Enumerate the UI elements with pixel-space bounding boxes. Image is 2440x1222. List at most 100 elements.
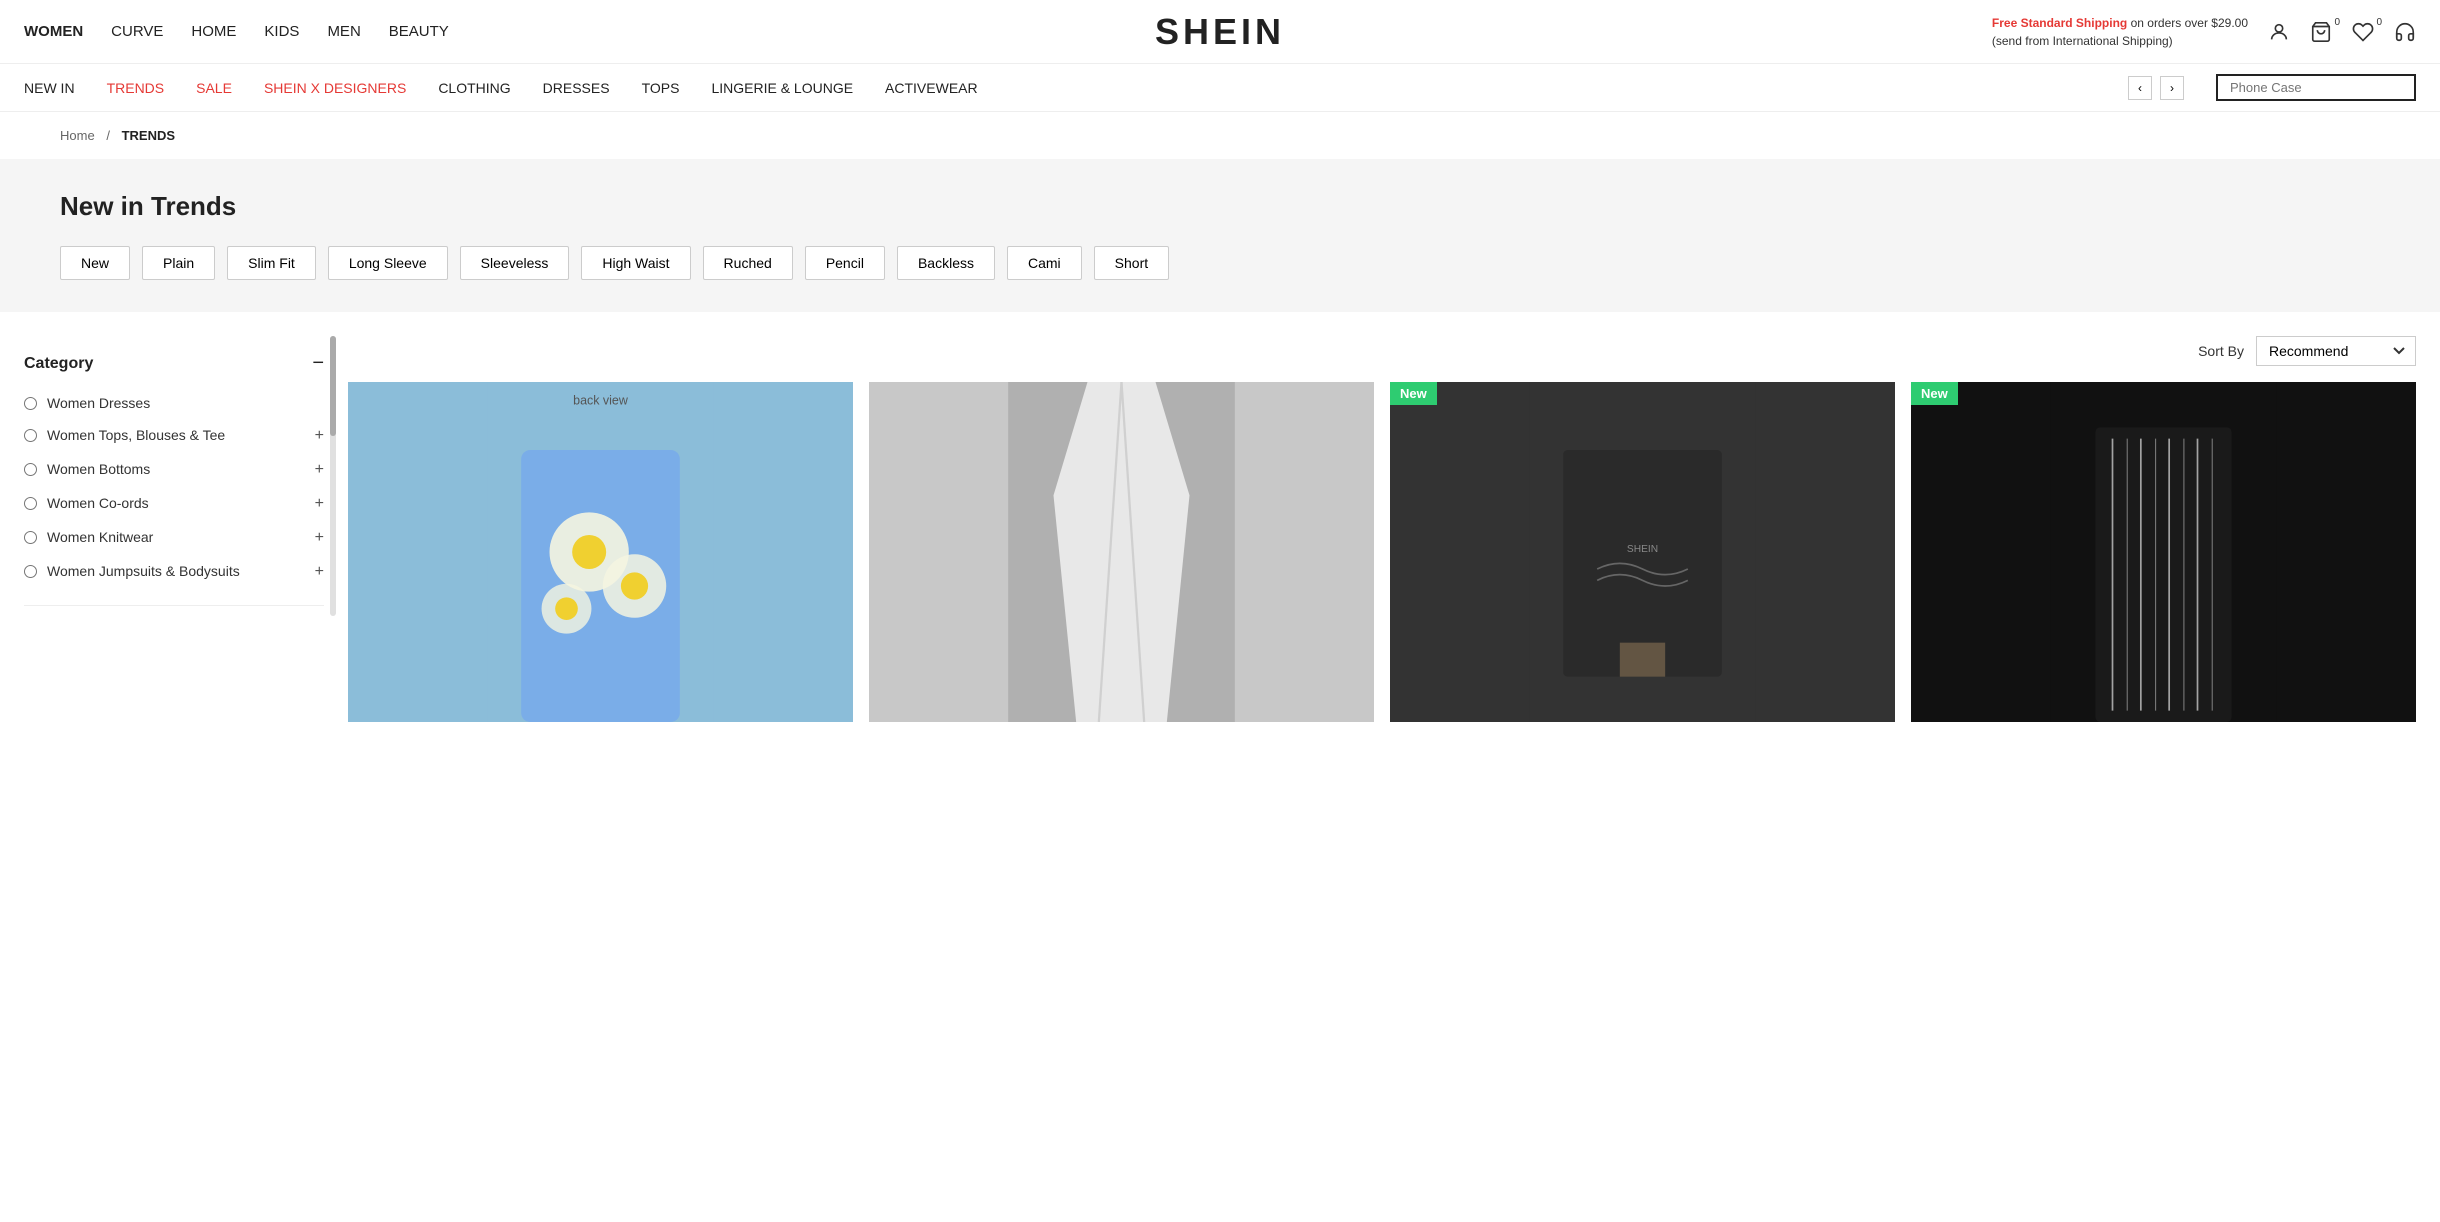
category-item-women-bottoms[interactable]: Women Bottoms +: [24, 453, 324, 487]
sort-bar: Sort By RecommendNew ArrivalsPrice: Low …: [348, 336, 2416, 366]
main-content: Category − Women Dresses Women Tops, Blou…: [0, 336, 2440, 722]
nav-kids[interactable]: KIDS: [264, 23, 299, 40]
category-label-women-coords: Women Co-ords: [47, 495, 305, 511]
product-image-2: [869, 382, 1374, 722]
category-expand-women-coords[interactable]: +: [315, 495, 324, 513]
logo-area: SHEIN: [1155, 11, 1285, 53]
filter-tag-plain[interactable]: Plain: [142, 246, 215, 280]
subnav-dresses[interactable]: DRESSES: [543, 80, 610, 96]
category-expand-women-jumpsuits[interactable]: +: [315, 563, 324, 581]
category-item-women-jumpsuits[interactable]: Women Jumpsuits & Bodysuits +: [24, 555, 324, 589]
product-image-1: back view: [348, 382, 853, 722]
category-list: Women DressesWomen Tops, Blouses & Tee+W…: [24, 387, 324, 589]
top-nav-links: WOMEN CURVE HOME KIDS MEN BEAUTY: [24, 23, 449, 40]
product-card-3[interactable]: SHEIN New: [1390, 382, 1895, 722]
subnav-shein-x-designers[interactable]: SHEIN X DESIGNERS: [264, 80, 406, 96]
category-label-women-bottoms: Women Bottoms: [47, 461, 305, 477]
filter-tag-pencil[interactable]: Pencil: [805, 246, 885, 280]
product-image-4: New: [1911, 382, 2416, 722]
filter-tag-high-waist[interactable]: High Waist: [581, 246, 690, 280]
nav-women[interactable]: WOMEN: [24, 23, 83, 40]
filter-tag-backless[interactable]: Backless: [897, 246, 995, 280]
breadcrumb-home[interactable]: Home: [60, 128, 95, 143]
top-navigation: WOMEN CURVE HOME KIDS MEN BEAUTY SHEIN F…: [0, 0, 2440, 64]
category-expand-women-tops[interactable]: +: [315, 427, 324, 445]
category-item-women-knitwear[interactable]: Women Knitwear +: [24, 521, 324, 555]
category-radio-women-coords[interactable]: [24, 497, 37, 510]
second-navigation: NEW IN TRENDS SALE SHEIN X DESIGNERS CLO…: [0, 64, 2440, 112]
category-item-women-dresses[interactable]: Women Dresses: [24, 387, 324, 419]
breadcrumb: Home / TRENDS: [0, 112, 2440, 159]
product-card-4[interactable]: New: [1911, 382, 2416, 722]
category-label-women-dresses: Women Dresses: [47, 395, 324, 411]
filter-tag-cami[interactable]: Cami: [1007, 246, 1082, 280]
category-radio-women-tops[interactable]: [24, 429, 37, 442]
nav-beauty[interactable]: BEAUTY: [389, 23, 449, 40]
category-section: Category − Women Dresses Women Tops, Blou…: [24, 336, 324, 606]
hero-title: New in Trends: [60, 191, 2380, 222]
category-item-women-coords[interactable]: Women Co-ords +: [24, 487, 324, 521]
account-button[interactable]: [2268, 21, 2290, 43]
category-expand-women-bottoms[interactable]: +: [315, 461, 324, 479]
wishlist-count: 0: [2376, 17, 2382, 28]
nav-curve[interactable]: CURVE: [111, 23, 163, 40]
filter-tag-new[interactable]: New: [60, 246, 130, 280]
nav-scroll-right[interactable]: ›: [2160, 76, 2184, 100]
category-radio-women-bottoms[interactable]: [24, 463, 37, 476]
top-nav-right: Free Standard Shipping on orders over $2…: [1992, 14, 2416, 50]
category-collapse-button[interactable]: −: [312, 352, 324, 375]
category-label-women-tops: Women Tops, Blouses & Tee: [47, 427, 305, 443]
category-expand-women-knitwear[interactable]: +: [315, 529, 324, 547]
breadcrumb-separator: /: [106, 128, 110, 143]
cart-count: 0: [2334, 17, 2340, 28]
sidebar-scrollbar-thumb: [330, 336, 336, 436]
sort-select[interactable]: RecommendNew ArrivalsPrice: Low to HighP…: [2256, 336, 2416, 366]
site-logo[interactable]: SHEIN: [1155, 11, 1285, 52]
breadcrumb-current: TRENDS: [122, 128, 175, 143]
nav-scroll-left[interactable]: ‹: [2128, 76, 2152, 100]
hero-section: New in Trends New Plain Slim Fit Long Sleev…: [0, 159, 2440, 312]
category-label-women-jumpsuits: Women Jumpsuits & Bodysuits: [47, 563, 305, 579]
subnav-sale[interactable]: SALE: [196, 80, 232, 96]
product-badge-3: New: [1390, 382, 1437, 405]
svg-text:back view: back view: [573, 394, 629, 408]
headphones-button[interactable]: [2394, 21, 2416, 43]
product-image-3: SHEIN New: [1390, 382, 1895, 722]
sidebar: Category − Women Dresses Women Tops, Blou…: [24, 336, 324, 722]
sidebar-scrollbar[interactable]: [330, 336, 336, 616]
subnav-tops[interactable]: TOPS: [642, 80, 680, 96]
nav-men[interactable]: MEN: [327, 23, 360, 40]
filter-tag-short[interactable]: Short: [1094, 246, 1169, 280]
shipping-info: Free Standard Shipping on orders over $2…: [1992, 14, 2248, 50]
product-area: Sort By RecommendNew ArrivalsPrice: Low …: [348, 336, 2416, 722]
filter-tag-sleeveless[interactable]: Sleeveless: [460, 246, 570, 280]
product-card-1[interactable]: back view: [348, 382, 853, 722]
product-card-2[interactable]: [869, 382, 1374, 722]
category-radio-women-dresses[interactable]: [24, 397, 37, 410]
search-input[interactable]: [2216, 74, 2416, 101]
cart-button[interactable]: 0: [2310, 21, 2332, 43]
wishlist-button[interactable]: 0: [2352, 21, 2374, 43]
filter-tag-long-sleeve[interactable]: Long Sleeve: [328, 246, 448, 280]
subnav-activewear[interactable]: ACTIVEWEAR: [885, 80, 978, 96]
sidebar-wrapper: Category − Women Dresses Women Tops, Blou…: [24, 336, 324, 606]
category-title: Category: [24, 355, 93, 373]
nav-home[interactable]: HOME: [191, 23, 236, 40]
subnav-new-in[interactable]: NEW IN: [24, 80, 75, 96]
category-header: Category −: [24, 352, 324, 375]
subnav-trends[interactable]: TRENDS: [107, 80, 165, 96]
category-label-women-knitwear: Women Knitwear: [47, 529, 305, 545]
filter-tags: New Plain Slim Fit Long Sleeve Sleeveless Hig…: [60, 246, 2380, 280]
category-radio-women-knitwear[interactable]: [24, 531, 37, 544]
category-radio-women-jumpsuits[interactable]: [24, 565, 37, 578]
subnav-clothing[interactable]: CLOTHING: [438, 80, 510, 96]
filter-tag-slim-fit[interactable]: Slim Fit: [227, 246, 316, 280]
svg-text:SHEIN: SHEIN: [1627, 544, 1658, 555]
product-grid: back view SHEIN New New: [348, 382, 2416, 722]
subnav-lingerie-lounge[interactable]: LINGERIE & LOUNGE: [711, 80, 853, 96]
shipping-highlight: Free Standard Shipping: [1992, 16, 2127, 30]
nav-scroll-arrows: ‹ ›: [2128, 76, 2184, 100]
product-badge-4: New: [1911, 382, 1958, 405]
filter-tag-ruched[interactable]: Ruched: [703, 246, 793, 280]
category-item-women-tops[interactable]: Women Tops, Blouses & Tee +: [24, 419, 324, 453]
